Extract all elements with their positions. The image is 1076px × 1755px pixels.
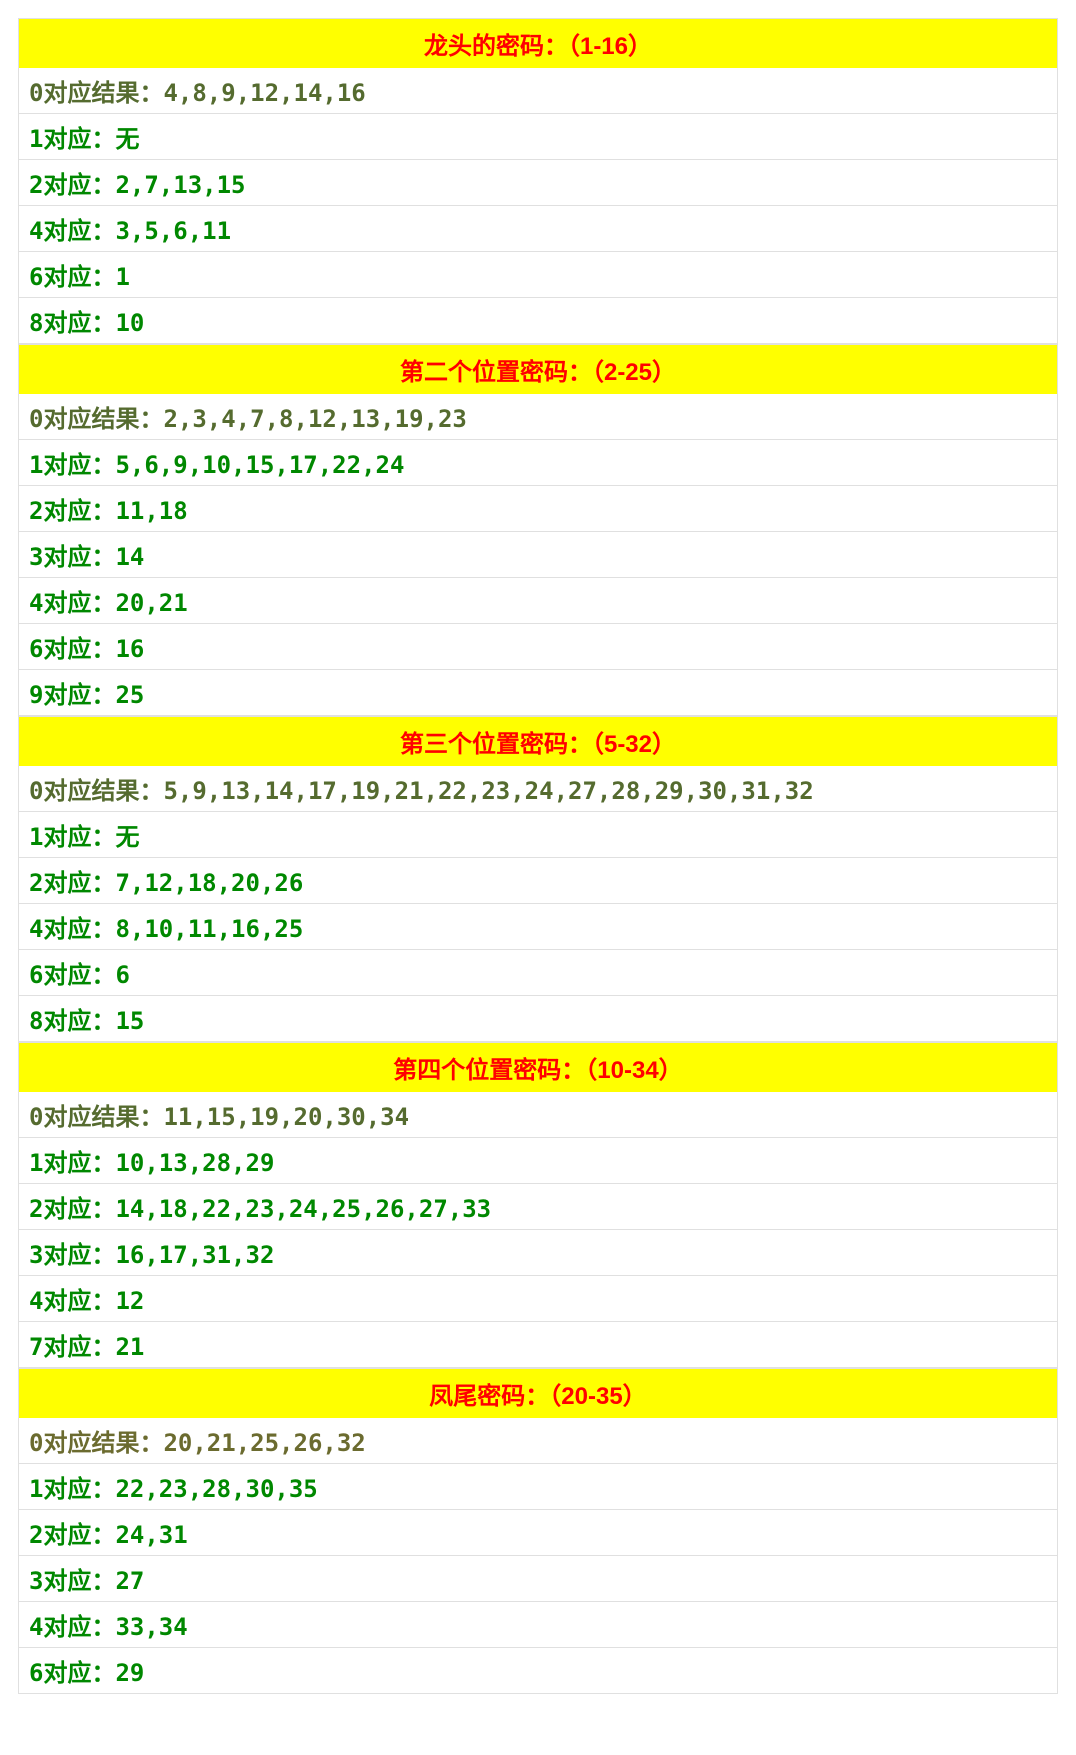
data-row: 8对应：15 xyxy=(18,996,1058,1042)
section: 第四个位置密码：（10-34）0对应结果：11,15,19,20,30,341对… xyxy=(18,1042,1058,1368)
data-row: 6对应：29 xyxy=(18,1648,1058,1694)
data-row: 4对应：20,21 xyxy=(18,578,1058,624)
section: 龙头的密码：（1-16）0对应结果：4,8,9,12,14,161对应：无2对应… xyxy=(18,18,1058,344)
data-row: 6对应：1 xyxy=(18,252,1058,298)
section-header: 第二个位置密码：（2-25） xyxy=(18,344,1058,394)
data-row: 0对应结果：5,9,13,14,17,19,21,22,23,24,27,28,… xyxy=(18,766,1058,812)
data-row: 1对应：5,6,9,10,15,17,22,24 xyxy=(18,440,1058,486)
data-row: 4对应：12 xyxy=(18,1276,1058,1322)
section-header: 凤尾密码：（20-35） xyxy=(18,1368,1058,1418)
data-row: 3对应：14 xyxy=(18,532,1058,578)
data-row: 8对应：10 xyxy=(18,298,1058,344)
data-row: 0对应结果：4,8,9,12,14,16 xyxy=(18,68,1058,114)
data-row: 1对应：无 xyxy=(18,812,1058,858)
data-row: 4对应：3,5,6,11 xyxy=(18,206,1058,252)
data-row: 1对应：10,13,28,29 xyxy=(18,1138,1058,1184)
section: 第三个位置密码：（5-32）0对应结果：5,9,13,14,17,19,21,2… xyxy=(18,716,1058,1042)
section-header: 第四个位置密码：（10-34） xyxy=(18,1042,1058,1092)
data-row: 2对应：7,12,18,20,26 xyxy=(18,858,1058,904)
data-row: 2对应：2,7,13,15 xyxy=(18,160,1058,206)
data-row: 1对应：22,23,28,30,35 xyxy=(18,1464,1058,1510)
section: 凤尾密码：（20-35）0对应结果：20,21,25,26,321对应：22,2… xyxy=(18,1368,1058,1694)
data-row: 2对应：24,31 xyxy=(18,1510,1058,1556)
data-row: 0对应结果：20,21,25,26,32 xyxy=(18,1418,1058,1464)
data-row: 9对应：25 xyxy=(18,670,1058,716)
data-row: 6对应：6 xyxy=(18,950,1058,996)
section: 第二个位置密码：（2-25）0对应结果：2,3,4,7,8,12,13,19,2… xyxy=(18,344,1058,716)
document-root: 龙头的密码：（1-16）0对应结果：4,8,9,12,14,161对应：无2对应… xyxy=(18,18,1058,1694)
data-row: 2对应：14,18,22,23,24,25,26,27,33 xyxy=(18,1184,1058,1230)
data-row: 4对应：33,34 xyxy=(18,1602,1058,1648)
section-header: 第三个位置密码：（5-32） xyxy=(18,716,1058,766)
data-row: 3对应：27 xyxy=(18,1556,1058,1602)
data-row: 6对应：16 xyxy=(18,624,1058,670)
data-row: 0对应结果：11,15,19,20,30,34 xyxy=(18,1092,1058,1138)
section-header: 龙头的密码：（1-16） xyxy=(18,18,1058,68)
data-row: 7对应：21 xyxy=(18,1322,1058,1368)
data-row: 1对应：无 xyxy=(18,114,1058,160)
data-row: 2对应：11,18 xyxy=(18,486,1058,532)
data-row: 0对应结果：2,3,4,7,8,12,13,19,23 xyxy=(18,394,1058,440)
data-row: 4对应：8,10,11,16,25 xyxy=(18,904,1058,950)
data-row: 3对应：16,17,31,32 xyxy=(18,1230,1058,1276)
